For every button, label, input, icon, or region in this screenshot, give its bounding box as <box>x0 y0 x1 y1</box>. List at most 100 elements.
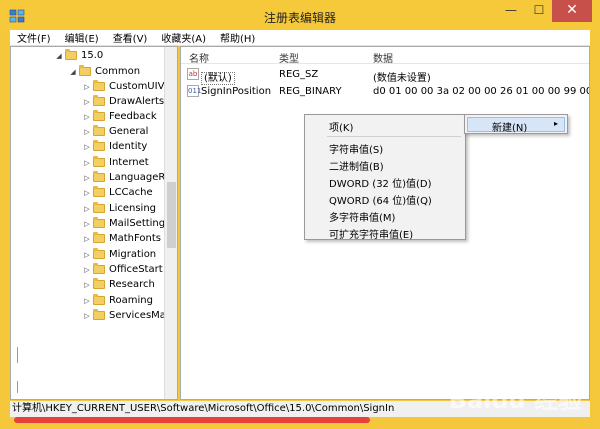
folder-icon <box>93 140 105 151</box>
tree-item-label: OfficeStart <box>109 264 163 275</box>
expand-arrow-icon[interactable]: ▷ <box>83 83 91 91</box>
menu-item-new[interactable]: 新建(N) ▸ <box>467 117 565 134</box>
tree-item-label: LCCache <box>109 187 153 198</box>
tree-item[interactable]: ▷ OfficeStart <box>83 262 163 277</box>
tree-item-label: General <box>109 126 149 137</box>
tree-item[interactable]: ▷ MailSettings <box>83 216 170 231</box>
string-value-icon: ab <box>187 68 199 80</box>
expand-arrow-icon[interactable]: ▷ <box>83 113 91 121</box>
tree-item[interactable]: ▷ LCCache <box>83 185 153 200</box>
tree-item[interactable]: ▷ LanguageRe <box>83 170 171 185</box>
tree-scrollbar[interactable] <box>164 47 177 399</box>
tree-item-label: Feedback <box>109 111 157 122</box>
tree-item[interactable]: ▷ Licensing <box>83 201 156 216</box>
value-row[interactable]: 011 SignInPosition REG_BINARY d0 01 00 0… <box>181 84 589 100</box>
expand-arrow-icon[interactable]: ◢ <box>55 52 63 60</box>
menu-item-expandable-string-value[interactable]: 可扩充字符串值(E) <box>329 226 413 241</box>
tree-item-label: Migration <box>109 249 157 260</box>
tree-item-label: Internet <box>109 157 149 168</box>
expand-arrow-icon[interactable]: ▷ <box>83 297 91 305</box>
expand-arrow-icon[interactable]: ◢ <box>69 68 77 76</box>
list-header: 名称 类型 数据 <box>181 47 589 65</box>
menu-item-binary-value[interactable]: 二进制值(B) <box>329 158 384 173</box>
tree-item[interactable]: ▷ Roaming <box>83 293 153 308</box>
expand-arrow-icon[interactable]: ▷ <box>83 189 91 197</box>
menu-item-dword-value[interactable]: DWORD (32 位)值(D) <box>329 175 432 190</box>
menu-favorites[interactable]: 收藏夹(A) <box>154 30 213 45</box>
tree-item-label: Licensing <box>109 203 157 214</box>
expand-arrow-icon[interactable]: ▷ <box>83 251 91 259</box>
column-type-header[interactable]: 类型 <box>279 50 299 65</box>
expand-arrow-icon[interactable]: ▷ <box>83 143 91 151</box>
key-tree[interactable]: ◢ 15.0 ◢ Common ▷ CustomUIVa ▷ DrawAlert… <box>10 46 178 400</box>
expand-arrow-icon[interactable]: ▷ <box>83 205 91 213</box>
annotation-underline <box>14 417 370 423</box>
tree-item[interactable]: ▷ Migration <box>83 247 156 262</box>
submenu-arrow-icon: ▸ <box>553 119 558 128</box>
tree-item[interactable]: ▷ Internet <box>83 155 149 170</box>
expand-arrow-icon[interactable]: ▷ <box>83 174 91 182</box>
menu-item-key[interactable]: 项(K) <box>329 119 353 134</box>
folder-icon <box>93 217 105 228</box>
folder-icon <box>93 80 105 91</box>
tree-item[interactable]: ◢ 15.0 <box>55 48 103 63</box>
expand-arrow-icon[interactable]: ▷ <box>83 159 91 167</box>
folder-icon <box>79 65 91 76</box>
value-data: (数值未设置) <box>373 73 431 84</box>
tree-item-label: 15.0 <box>81 50 104 61</box>
tree-item-label: Identity <box>109 141 148 152</box>
close-button[interactable]: ✕ <box>552 0 592 22</box>
expand-arrow-icon[interactable]: ▷ <box>83 128 91 136</box>
title-bar: 注册表编辑器 — ☐ ✕ <box>0 0 600 30</box>
tree-item-label: LanguageRe <box>109 172 172 183</box>
tree-item[interactable]: ▷ General <box>83 124 148 139</box>
value-name: SignInPosition <box>201 86 272 97</box>
expand-arrow-icon[interactable]: ▷ <box>83 266 91 274</box>
menu-view[interactable]: 查看(V) <box>106 30 155 45</box>
tree-item[interactable]: ▷ DrawAlerts <box>83 94 164 109</box>
menu-item-qword-value[interactable]: QWORD (64 位)值(Q) <box>329 192 432 207</box>
tree-item[interactable]: ◢ Common <box>69 64 140 79</box>
maximize-button[interactable]: ☐ <box>526 0 552 22</box>
menu-separator <box>327 136 461 137</box>
tree-item[interactable]: ▷ Research <box>83 277 155 292</box>
tree-item[interactable]: ▷ MathFonts <box>83 231 161 246</box>
tree-item[interactable]: ▷ ServicesMan <box>83 308 172 323</box>
expand-arrow-icon[interactable]: ▷ <box>83 235 91 243</box>
folder-icon <box>65 49 77 60</box>
value-row[interactable]: ab (默认) REG_SZ (数值未设置) <box>181 67 589 85</box>
menu-help[interactable]: 帮助(H) <box>213 30 262 45</box>
tree-item[interactable]: ▷ CustomUIVa <box>83 79 170 94</box>
binary-value-icon: 011 <box>187 85 202 97</box>
value-data: d0 01 00 00 3a 02 00 00 26 01 00 00 99 0… <box>373 86 589 97</box>
folder-icon <box>93 202 105 213</box>
context-menu: 新建(N) ▸ <box>464 114 568 134</box>
expand-arrow-icon[interactable]: ▷ <box>83 281 91 289</box>
column-data-header[interactable]: 数据 <box>373 50 393 65</box>
tree-item[interactable]: ▷ Feedback <box>83 109 157 124</box>
watermark: Baidu 经验 <box>448 386 582 414</box>
folder-icon <box>93 294 105 305</box>
value-type: REG_BINARY <box>279 86 342 97</box>
folder-icon <box>93 171 105 182</box>
tree-item[interactable]: ▷ Identity <box>83 139 147 154</box>
menu-file[interactable]: 文件(F) <box>10 30 58 45</box>
minimize-button[interactable]: — <box>498 0 524 22</box>
tree-item-label: MailSettings <box>109 218 171 229</box>
tree-item-label: CustomUIVa <box>109 81 170 92</box>
tree-item-label: DrawAlerts <box>109 96 165 107</box>
column-name-header[interactable]: 名称 <box>189 50 209 65</box>
menu-item-string-value[interactable]: 字符串值(S) <box>329 141 383 156</box>
expand-arrow-icon[interactable]: ▷ <box>83 98 91 106</box>
folder-icon <box>93 263 105 274</box>
tree-scroll-thumb[interactable] <box>167 182 176 248</box>
tree-item-label: MathFonts <box>109 233 161 244</box>
expand-arrow-icon[interactable]: ▷ <box>83 312 91 320</box>
folder-icon <box>93 309 105 320</box>
menu-item-multi-string-value[interactable]: 多字符串值(M) <box>329 209 395 224</box>
new-submenu: 项(K) 字符串值(S) 二进制值(B) DWORD (32 位)值(D) QW… <box>304 114 466 241</box>
folder-icon <box>93 278 105 289</box>
tree-item-label: Common <box>95 66 141 77</box>
menu-edit[interactable]: 编辑(E) <box>58 30 106 45</box>
expand-arrow-icon[interactable]: ▷ <box>83 220 91 228</box>
